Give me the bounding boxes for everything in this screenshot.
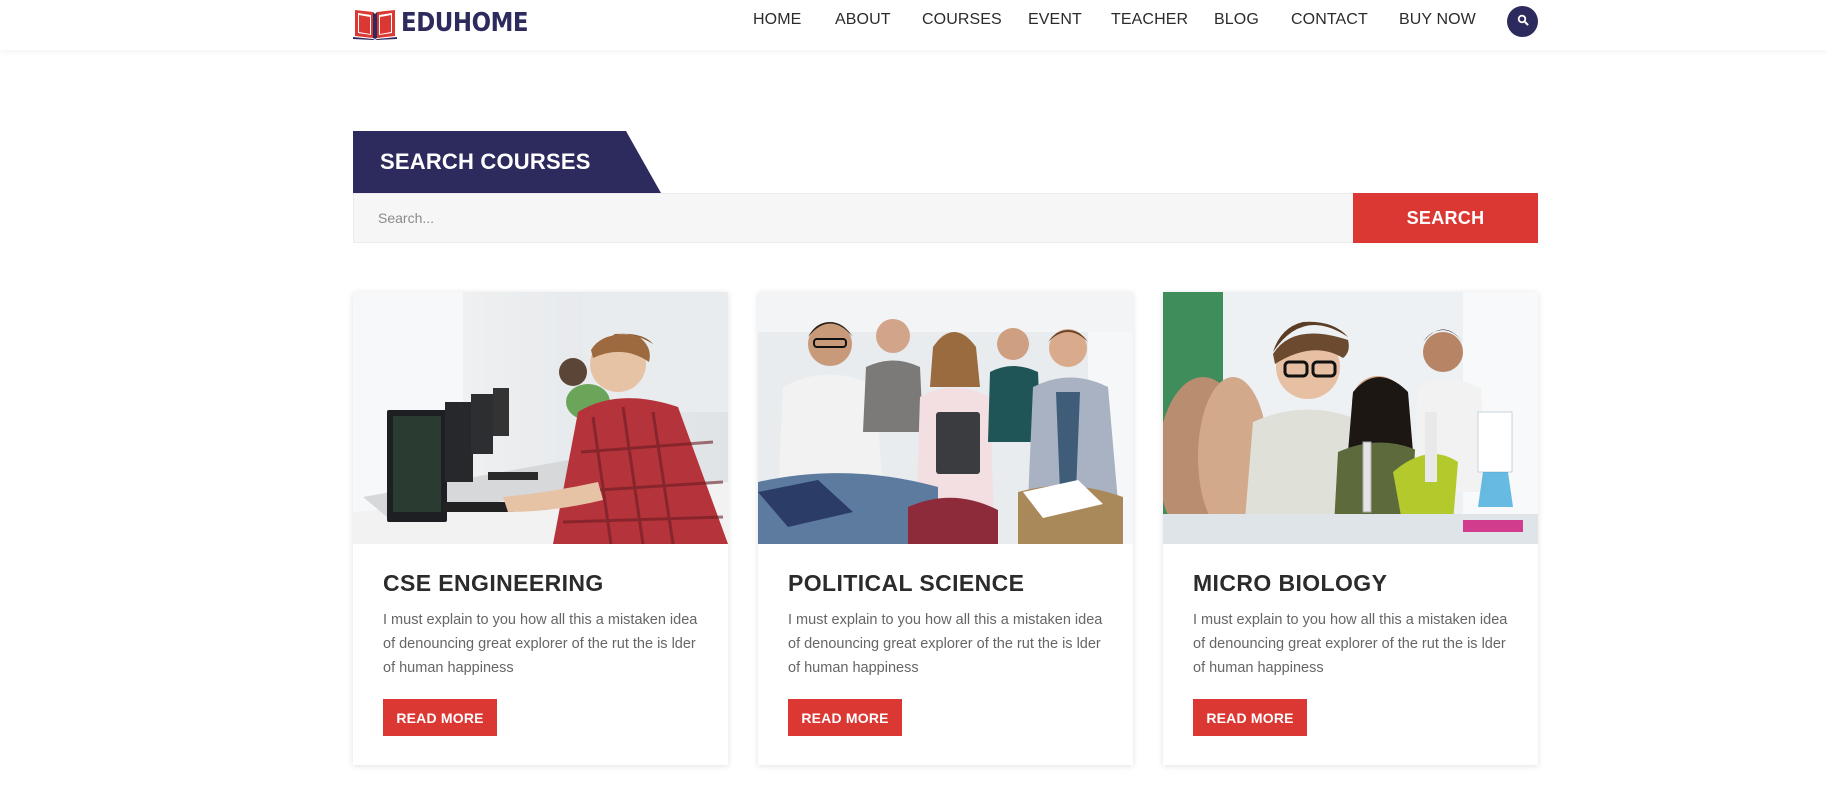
nav-item-contact[interactable]: CONTACT (1291, 11, 1368, 29)
nav-item-courses[interactable]: COURSES (922, 11, 1002, 29)
course-image[interactable] (353, 292, 728, 544)
course-description: I must explain to you how all this a mis… (383, 612, 698, 676)
nav-item-blog[interactable]: BLOG (1214, 11, 1259, 29)
nav-item-event[interactable]: EVENT (1028, 11, 1082, 29)
course-card-cse-engineering: CSE ENGINEERING I must explain to you ho… (353, 292, 728, 765)
read-more-button[interactable]: READ MORE (788, 699, 902, 736)
course-card-micro-biology: MICRO BIOLOGY I must explain to you how … (1163, 292, 1538, 765)
search-courses-tab: SEARCH COURSES (353, 131, 661, 193)
course-card-political-science: POLITICAL SCIENCE I must explain to you … (758, 292, 1133, 765)
course-image[interactable] (1163, 292, 1538, 544)
read-more-button[interactable]: READ MORE (383, 699, 497, 736)
search-icon (1517, 13, 1529, 31)
search-button[interactable]: SEARCH (1353, 193, 1538, 243)
logo[interactable]: EDUHOME (353, 6, 545, 40)
open-book-icon (353, 6, 397, 40)
page: EDUHOME HOME ABOUT COURSES EVENT TEACHER… (0, 0, 1827, 790)
header-search-button[interactable] (1507, 6, 1538, 37)
nav-item-buy-now[interactable]: BUY NOW (1399, 11, 1476, 29)
course-description: I must explain to you how all this a mis… (788, 612, 1103, 676)
nav-item-teacher[interactable]: TEACHER (1111, 11, 1188, 29)
course-description: I must explain to you how all this a mis… (1193, 612, 1508, 676)
read-more-button[interactable]: READ MORE (1193, 699, 1307, 736)
course-title[interactable]: POLITICAL SCIENCE (788, 570, 1024, 597)
site-header: EDUHOME HOME ABOUT COURSES EVENT TEACHER… (0, 0, 1827, 50)
course-image[interactable] (758, 292, 1133, 544)
nav-item-about[interactable]: ABOUT (835, 11, 891, 29)
course-title[interactable]: MICRO BIOLOGY (1193, 570, 1387, 597)
brand-name: EDUHOME (401, 8, 529, 38)
search-courses-title: SEARCH COURSES (380, 149, 591, 174)
nav-item-home[interactable]: HOME (753, 11, 801, 29)
course-title[interactable]: CSE ENGINEERING (383, 570, 604, 597)
search-input[interactable] (353, 193, 1353, 243)
